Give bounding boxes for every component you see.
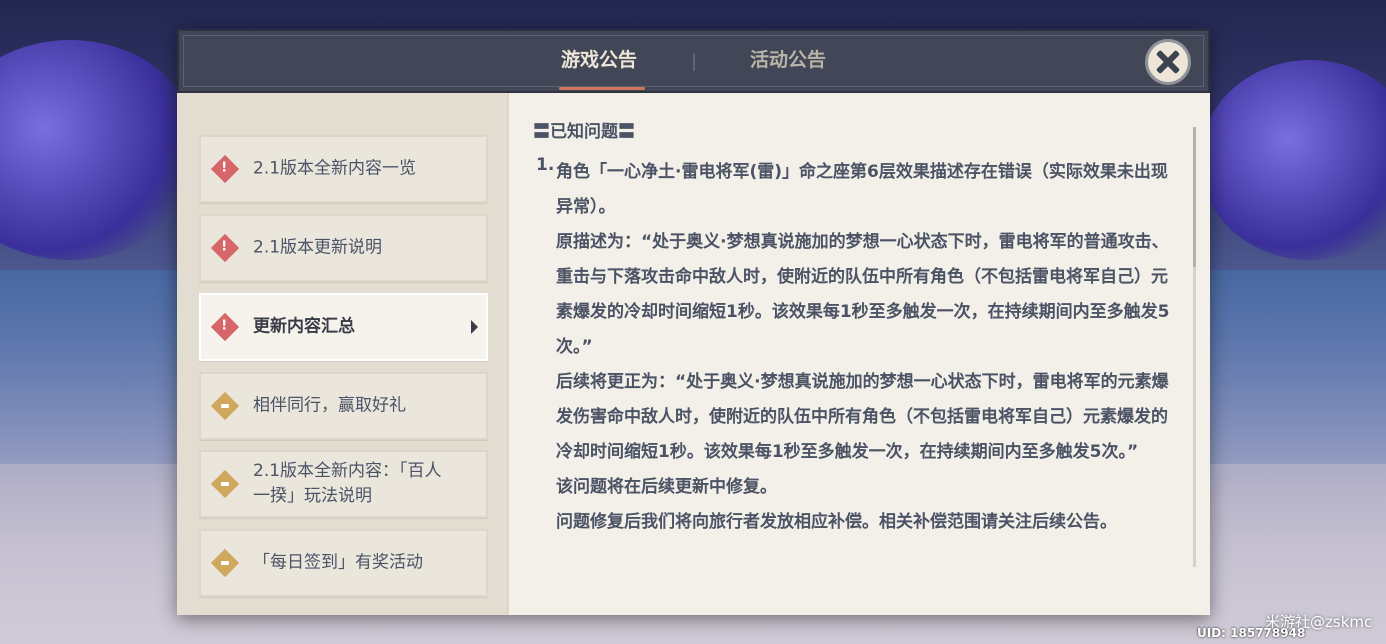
chevron-right-icon [471,320,478,334]
background-tree [0,40,200,260]
scrollbar-thumb[interactable] [1193,127,1196,267]
announcement-item-label: 相伴同行，赢取好礼 [253,395,406,416]
tab-label: 游戏公告 [561,49,638,71]
announcement-item[interactable]: 「每日签到」有奖活动 [199,529,488,597]
content-paragraph: 该问题将在后续更新中修复。 [556,477,777,497]
announcement-item[interactable]: ! 2.1版本更新说明 [199,214,488,282]
announcement-item[interactable]: ! 2.1版本全新内容一览 [199,135,488,203]
background-tree [1200,60,1386,260]
event-icon [210,469,240,499]
announcement-content[interactable]: 〓已知问题〓 1. 角色「一心净土·雷电将军(雷)」命之座第6层效果描述存在错误… [507,93,1210,615]
tab-game-announcements[interactable]: 游戏公告 [559,45,646,90]
announcement-item-label: 2.1版本更新说明 [253,237,383,258]
content-paragraph: 后续将更正为：“处于奥义·梦想真说施加的梦想一心状态下时，雷电将军的元素爆发伤害… [556,372,1169,462]
announcement-item-label: 「每日签到」有奖活动 [253,552,423,573]
announcement-item[interactable]: 2.1版本全新内容：「百人一揆」玩法说明 [199,450,488,518]
event-icon [210,391,240,421]
tab-label: 活动公告 [750,49,827,71]
announcement-item-selected[interactable]: ! 更新内容汇总 [199,293,488,361]
uid-label: UID: 185778948 [1197,626,1306,640]
alert-icon: ! [210,154,240,184]
alert-icon: ! [210,312,240,342]
announcement-item[interactable]: 相伴同行，赢取好礼 [199,372,488,440]
content-paragraph: 问题修复后我们将向旅行者发放相应补偿。相关补偿范围请关注后续公告。 [556,512,1117,532]
active-tab-underline [559,87,646,90]
announcement-item-label: 更新内容汇总 [253,316,355,337]
close-icon [1155,49,1181,75]
dialog-header: 游戏公告 活动公告 [177,29,1210,93]
section-title: 〓已知问题〓 [533,122,635,142]
content-paragraph: 角色「一心净土·雷电将军(雷)」命之座第6层效果描述存在错误（实际效果未出现异常… [556,162,1168,217]
announcement-dialog: 游戏公告 活动公告 ! 2.1版本全新内容一览 ! 2.1版本更新说明 ! 更新… [177,29,1210,615]
list-number: 1. [536,155,555,175]
tab-divider [693,53,695,71]
announcement-item-label: 2.1版本全新内容：「百人一揆」玩法说明 [253,461,442,506]
announcement-list: ! 2.1版本全新内容一览 ! 2.1版本更新说明 ! 更新内容汇总 相伴同行，… [177,93,507,615]
tab-event-announcements[interactable]: 活动公告 [750,45,826,79]
alert-icon: ! [210,233,240,263]
announcement-item-label: 2.1版本全新内容一览 [253,158,417,179]
event-icon [210,548,240,578]
content-paragraph: 原描述为：“处于奥义·梦想真说施加的梦想一心状态下时，雷电将军的普通攻击、重击与… [556,232,1170,357]
close-button[interactable] [1145,39,1191,85]
